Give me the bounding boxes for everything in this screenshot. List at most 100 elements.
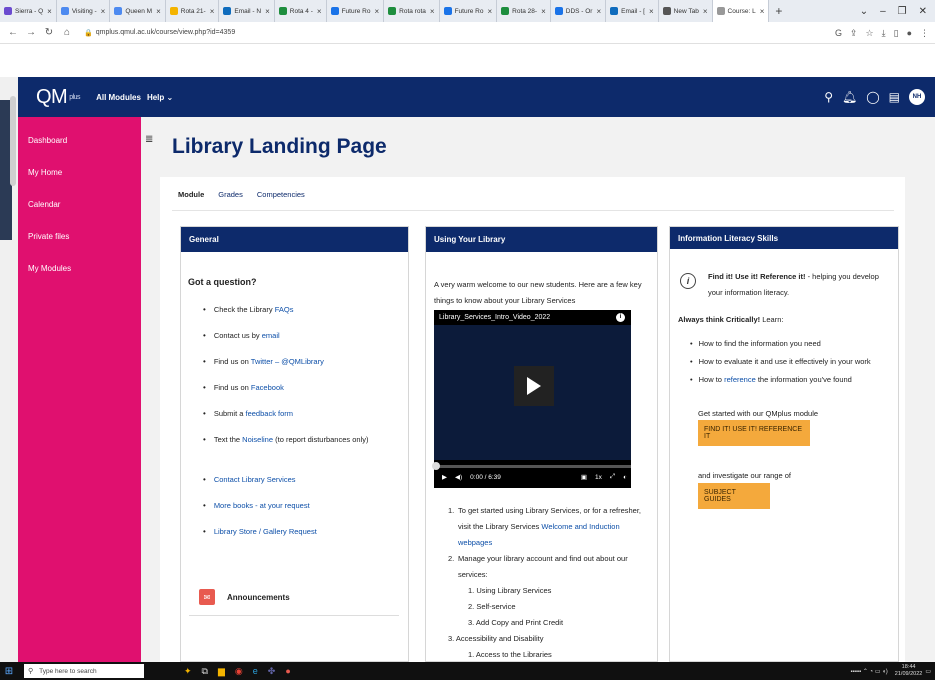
sub-step-using[interactable]: 1. Using Library Services [448, 583, 653, 599]
sub-step-self-service[interactable]: 2. Self-service [448, 599, 653, 615]
minimize-icon[interactable]: – [880, 6, 886, 17]
inline-link[interactable]: Twitter – @QMLibrary [251, 357, 324, 366]
browser-tab[interactable]: Rota 4 - × [275, 0, 327, 22]
inline-link[interactable]: Noiseline [242, 435, 273, 444]
google-icon[interactable]: G [835, 28, 842, 38]
drawer-toggle-icon[interactable]: ≣ [145, 134, 157, 146]
fiu-module-button[interactable]: FIND IT! USE IT! REFERENCE IT [698, 420, 810, 446]
sub-step-access[interactable]: 1. Access to the Libraries [448, 647, 653, 663]
tab-close-icon[interactable]: × [156, 7, 161, 16]
menu-kebab-icon[interactable]: ⋮ [920, 28, 929, 39]
tab-close-icon[interactable]: × [649, 7, 654, 16]
tab-close-icon[interactable]: × [487, 7, 492, 16]
intro-video-player[interactable]: Library_Services_Intro_Video_2022 i ▶ ◀)… [432, 310, 631, 488]
fullscreen-icon[interactable]: ⤢ [610, 473, 615, 481]
drawer-item-private-files[interactable]: Private files [18, 221, 141, 253]
inline-link[interactable]: Facebook [251, 383, 284, 392]
library-link[interactable]: Library Store / Gallery Request [214, 527, 317, 536]
tab-close-icon[interactable]: × [374, 7, 379, 16]
tab-close-icon[interactable]: × [596, 7, 601, 16]
tab-close-icon[interactable]: × [703, 7, 708, 16]
tab-module[interactable]: Module [178, 190, 204, 199]
tray-icons[interactable]: ▪▪▪▪▪ ⌃ ◔ ▭ ◖) [851, 668, 888, 675]
tab-close-icon[interactable]: × [47, 7, 52, 16]
progress-knob[interactable] [432, 462, 440, 470]
browser-tab[interactable]: Email - [× [606, 0, 659, 22]
browser-tab[interactable]: Sierra - Q × [0, 0, 57, 22]
widgets-icon[interactable]: ✦ [184, 666, 192, 677]
url-field[interactable]: 🔒 qmplus.qmul.ac.uk/course/view.php?id=43… [84, 29, 235, 37]
drawer-item-my-home[interactable]: My Home [18, 157, 141, 189]
nav-help[interactable]: Help ⌄ [147, 93, 173, 102]
tab-close-icon[interactable]: × [541, 7, 546, 16]
file-explorer-icon[interactable]: ▆ [218, 666, 225, 677]
tab-close-icon[interactable]: × [265, 7, 270, 16]
edge-icon[interactable]: e [253, 666, 258, 677]
clock[interactable]: 18:44 21/09/2022 [895, 664, 923, 678]
close-window-icon[interactable]: ✕ [919, 6, 927, 17]
bookmark-star-icon[interactable]: ☆ [866, 28, 874, 39]
chrome-icon[interactable]: ◉ [235, 666, 243, 677]
play-small-icon[interactable]: ▶ [442, 473, 447, 481]
tab-close-icon[interactable]: × [101, 7, 106, 16]
tab-search-icon[interactable]: ⌄ [860, 6, 868, 17]
playback-speed[interactable]: 1x [595, 474, 602, 481]
scrollbar-thumb[interactable] [10, 96, 16, 186]
library-link[interactable]: More books - at your request [214, 501, 310, 510]
app-icon[interactable]: ● [285, 666, 290, 677]
search-icon[interactable]: ⚲ [824, 90, 833, 104]
inline-link[interactable]: reference [724, 375, 756, 384]
task-view-icon[interactable]: ⧉ [202, 666, 208, 677]
captions-icon[interactable]: ▣ [581, 473, 587, 481]
tab-close-icon[interactable]: × [210, 7, 215, 16]
back-icon[interactable]: ← [6, 27, 20, 38]
nav-all-modules[interactable]: All Modules [96, 93, 141, 102]
forward-icon[interactable]: → [24, 27, 38, 38]
new-tab-icon[interactable]: + [769, 4, 788, 18]
download-icon[interactable]: ⤓ [882, 28, 886, 39]
browser-tab[interactable]: Rota 28- × [497, 0, 551, 22]
windows-start-icon[interactable]: ⊞ [0, 662, 18, 680]
restore-icon[interactable]: ❐ [898, 6, 907, 17]
inline-link[interactable]: email [262, 331, 280, 340]
volume-icon[interactable]: ◀) [455, 473, 462, 481]
inline-link[interactable]: FAQs [275, 305, 294, 314]
drawer-item-my-modules[interactable]: My Modules [18, 253, 141, 285]
browser-tab[interactable]: Future Ro × [327, 0, 385, 22]
tab-close-icon[interactable]: × [317, 7, 322, 16]
announcements-row[interactable]: ✉ Announcements [199, 589, 290, 605]
sub-step-print-credit[interactable]: 3. Add Copy and Print Credit [448, 615, 653, 631]
drawer-item-calendar[interactable]: Calendar [18, 189, 141, 221]
drawer-item-dashboard[interactable]: Dashboard [18, 125, 141, 157]
notifications-icon[interactable]: ▭ [925, 668, 931, 675]
teams-icon[interactable]: ✤ [268, 666, 276, 677]
video-progress-bar[interactable] [432, 462, 631, 470]
qmplus-logo[interactable]: QM plus [36, 86, 81, 109]
subject-guides-button[interactable]: SUBJECT GUIDES [698, 483, 770, 509]
share-icon[interactable]: ⇪ [850, 28, 858, 39]
browser-tab[interactable]: Future Ro × [440, 0, 498, 22]
library-link[interactable]: Contact Library Services [214, 475, 296, 484]
browser-tab[interactable]: Email - N × [219, 0, 275, 22]
browser-tab[interactable]: New Tab × [659, 0, 713, 22]
browser-tab[interactable]: Rota rota × [384, 0, 440, 22]
browser-tab[interactable]: DDS - Or × [551, 0, 607, 22]
messages-icon[interactable]: ◯ [866, 90, 879, 104]
browser-tab[interactable]: Queen M × [110, 0, 166, 22]
sidepanel-icon[interactable]: ▯ [894, 28, 899, 39]
play-button[interactable] [514, 366, 554, 406]
browser-tab[interactable]: Rota 21- × [166, 0, 220, 22]
home-icon[interactable]: ⌂ [60, 27, 74, 38]
taskbar-search[interactable]: ⚲ Type here to search [24, 664, 144, 678]
announcements-link[interactable]: Announcements [227, 593, 290, 602]
document-icon[interactable]: ▤ [889, 90, 900, 104]
reload-icon[interactable]: ↻ [42, 27, 56, 38]
browser-tab[interactable]: Visiting - × [57, 0, 111, 22]
tab-competencies[interactable]: Competencies [257, 190, 305, 199]
profile-icon[interactable]: ● [907, 28, 912, 38]
user-avatar[interactable]: NH [909, 89, 925, 105]
video-info-icon[interactable]: i [616, 313, 625, 322]
player-logo-icon[interactable]: ◐ [623, 474, 627, 481]
browser-tab[interactable]: Course: L × [712, 0, 770, 22]
tab-grades[interactable]: Grades [218, 190, 243, 199]
